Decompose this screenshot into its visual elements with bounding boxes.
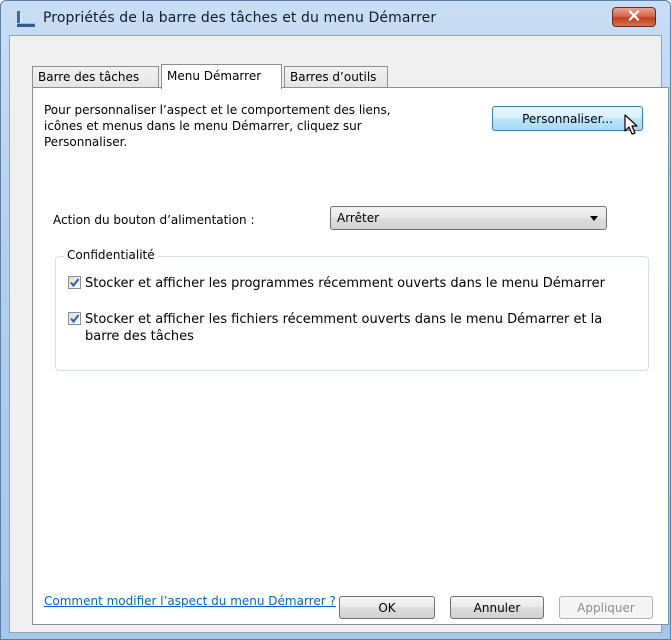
privacy-legend: Confidentialité bbox=[64, 248, 158, 262]
recent-files-checkbox[interactable] bbox=[68, 312, 81, 325]
cancel-button-label: Annuler bbox=[473, 600, 521, 615]
ok-button-label: OK bbox=[378, 600, 396, 615]
ok-button[interactable]: OK bbox=[339, 596, 435, 619]
title-bar[interactable]: Propriétés de la barre des tâches et du … bbox=[1, 1, 670, 35]
cancel-button[interactable]: Annuler bbox=[450, 596, 544, 619]
recent-files-option[interactable]: Stocker et afficher les fichiers récemme… bbox=[68, 311, 618, 345]
taskbar-properties-icon bbox=[15, 9, 37, 29]
mouse-cursor-icon bbox=[624, 114, 640, 139]
close-icon bbox=[628, 10, 640, 24]
checkmark-icon bbox=[70, 314, 80, 324]
intro-text: Pour personnaliser l’aspect et le compor… bbox=[44, 103, 391, 149]
tab-toolbars[interactable]: Barres d’outils bbox=[284, 66, 388, 88]
recent-files-label: Stocker et afficher les fichiers récemme… bbox=[85, 312, 603, 344]
customize-button-label: Personnaliser... bbox=[522, 111, 613, 126]
recent-programs-option[interactable]: Stocker et afficher les programmes récem… bbox=[68, 275, 638, 292]
power-action-select[interactable]: Arrêter bbox=[330, 206, 607, 230]
power-action-value: Arrêter bbox=[337, 211, 380, 225]
privacy-group: Confidentialité Stocker et afficher les … bbox=[55, 248, 649, 371]
power-button-action-label: Action du bouton d’alimentation : bbox=[53, 213, 255, 227]
tab-label: Menu Démarrer bbox=[167, 69, 262, 83]
tab-taskbar[interactable]: Barre des tâches bbox=[32, 66, 159, 88]
close-button[interactable] bbox=[612, 7, 656, 27]
tab-label: Barres d’outils bbox=[290, 70, 377, 84]
tab-panel-start-menu: Pour personnaliser l’aspect et le compor… bbox=[32, 87, 669, 625]
apply-button-label: Appliquer bbox=[577, 600, 635, 615]
window-title: Propriétés de la barre des tâches et du … bbox=[43, 10, 437, 26]
recent-programs-checkbox[interactable] bbox=[68, 276, 81, 289]
dialog-window: Propriétés de la barre des tâches et du … bbox=[0, 0, 671, 640]
checkmark-icon bbox=[70, 278, 80, 288]
dialog-body: Barre des tâches Menu Démarrer Barres d’… bbox=[9, 35, 669, 633]
recent-programs-label: Stocker et afficher les programmes récem… bbox=[85, 276, 605, 291]
chevron-down-icon bbox=[590, 216, 598, 221]
customize-button[interactable]: Personnaliser... bbox=[492, 106, 643, 131]
tab-label: Barre des tâches bbox=[38, 70, 140, 84]
tab-start-menu[interactable]: Menu Démarrer bbox=[161, 64, 282, 89]
help-link[interactable]: Comment modifier l’aspect du menu Démarr… bbox=[44, 594, 336, 608]
apply-button[interactable]: Appliquer bbox=[559, 596, 653, 619]
